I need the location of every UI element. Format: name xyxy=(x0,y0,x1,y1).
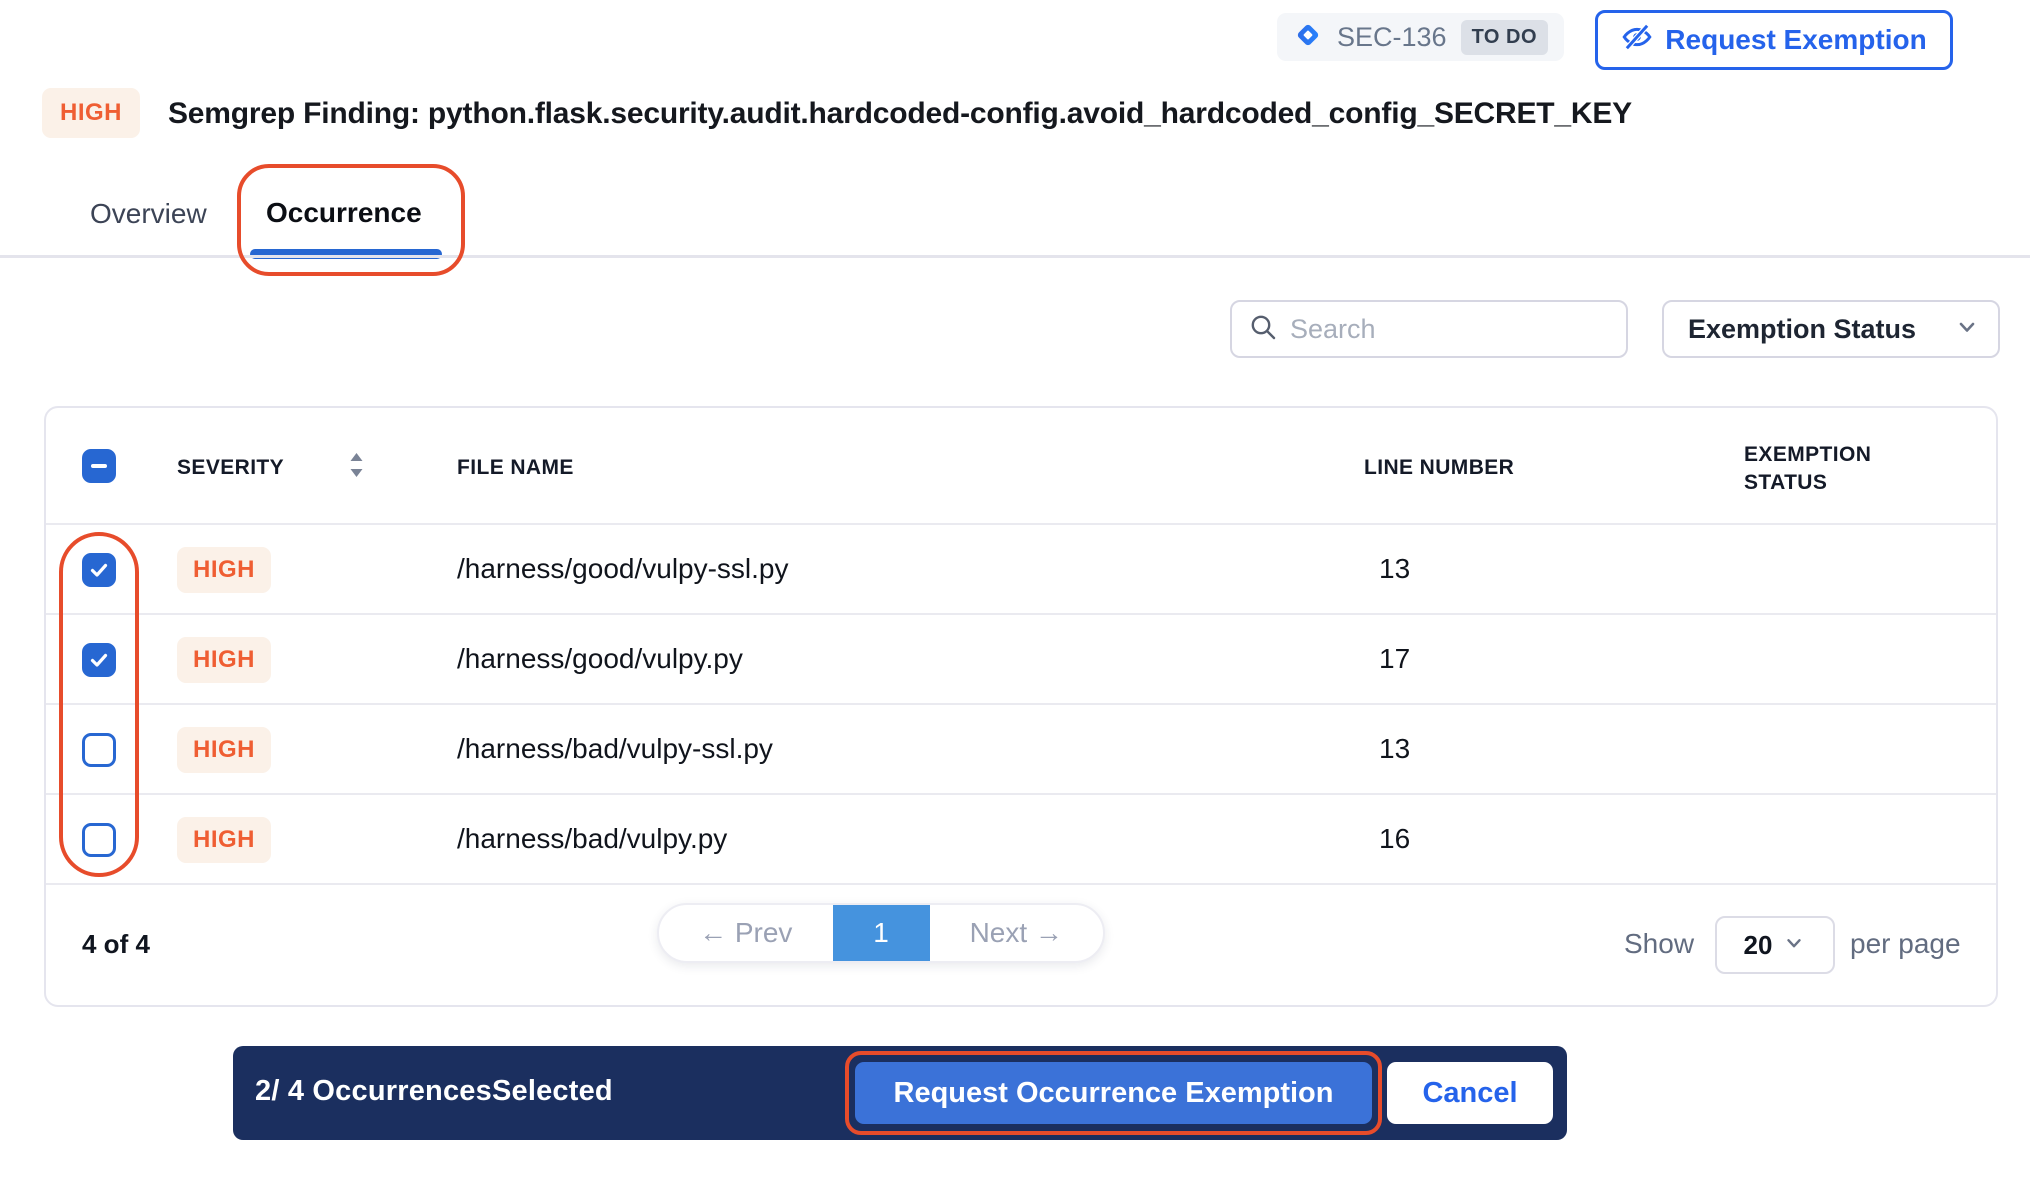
finding-severity-badge: HIGH xyxy=(42,88,140,138)
tab-occurrence[interactable]: Occurrence xyxy=(266,197,422,229)
table-row: HIGH /harness/good/vulpy-ssl.py 13 xyxy=(46,525,1996,615)
result-count: 4 of 4 xyxy=(82,929,150,960)
chevron-down-icon xyxy=(1782,931,1806,960)
row-checkbox[interactable] xyxy=(82,643,116,677)
pagination-control: ← Prev 1 Next → xyxy=(657,903,1105,963)
exemption-status-filter[interactable]: Exemption Status xyxy=(1662,300,2000,358)
per-page-label: per page xyxy=(1850,928,1961,960)
line-number-cell: 13 xyxy=(1379,553,1410,585)
line-number-cell: 16 xyxy=(1379,823,1410,855)
line-number-cell: 17 xyxy=(1379,643,1410,675)
table-header-row: SEVERITY FILE NAME LINE NUMBER EXEMPTION… xyxy=(46,408,1996,525)
per-page-value: 20 xyxy=(1744,930,1773,961)
column-header-exemption-status: EXEMPTION STATUS xyxy=(1744,441,1894,498)
eye-slash-icon xyxy=(1621,21,1653,60)
exemption-status-filter-label: Exemption Status xyxy=(1688,314,1916,345)
jira-ticket-badge[interactable]: SEC-136 TO DO xyxy=(1277,13,1564,61)
file-name-cell: /harness/bad/vulpy.py xyxy=(457,823,727,855)
tabs-divider xyxy=(0,255,2030,258)
table-row: HIGH /harness/bad/vulpy-ssl.py 13 xyxy=(46,705,1996,795)
file-name-cell: /harness/bad/vulpy-ssl.py xyxy=(457,733,773,765)
severity-badge: HIGH xyxy=(177,637,271,683)
chevron-down-icon xyxy=(1954,314,1980,345)
search-box[interactable] xyxy=(1230,300,1628,358)
arrow-left-icon: ← xyxy=(699,917,727,948)
occurrences-table: SEVERITY FILE NAME LINE NUMBER EXEMPTION… xyxy=(44,406,1998,1007)
file-name-cell: /harness/good/vulpy.py xyxy=(457,643,743,675)
show-label: Show xyxy=(1624,928,1694,960)
line-number-cell: 13 xyxy=(1379,733,1410,765)
finding-detail-page: SEC-136 TO DO Request Exemption HIGH Sem… xyxy=(0,0,2030,1198)
row-checkbox[interactable] xyxy=(82,553,116,587)
select-all-checkbox[interactable] xyxy=(82,449,116,483)
table-row: HIGH /harness/good/vulpy.py 17 xyxy=(46,615,1996,705)
row-checkbox[interactable] xyxy=(82,823,116,857)
per-page-select[interactable]: 20 xyxy=(1715,916,1835,974)
page-title: Semgrep Finding: python.flask.security.a… xyxy=(168,97,1632,131)
prev-page-button[interactable]: ← Prev xyxy=(659,917,833,949)
request-exemption-label: Request Exemption xyxy=(1665,24,1926,56)
severity-badge: HIGH xyxy=(177,547,271,593)
row-checkbox[interactable] xyxy=(82,733,116,767)
jira-status-chip: TO DO xyxy=(1461,20,1548,55)
file-name-cell: /harness/good/vulpy-ssl.py xyxy=(457,553,789,585)
jira-ticket-key: SEC-136 xyxy=(1337,22,1447,53)
sort-icon[interactable] xyxy=(349,452,364,483)
current-page-button[interactable]: 1 xyxy=(833,903,930,963)
tab-overview[interactable]: Overview xyxy=(90,198,207,230)
request-exemption-button[interactable]: Request Exemption xyxy=(1595,10,1953,70)
severity-badge: HIGH xyxy=(177,817,271,863)
request-occurrence-exemption-button[interactable]: Request Occurrence Exemption xyxy=(855,1062,1372,1124)
column-header-line-number: LINE NUMBER xyxy=(1364,456,1514,480)
column-header-severity[interactable]: SEVERITY xyxy=(177,456,284,480)
column-header-file-name: FILE NAME xyxy=(457,456,574,480)
severity-badge: HIGH xyxy=(177,727,271,773)
cancel-button[interactable]: Cancel xyxy=(1387,1062,1553,1124)
jira-icon xyxy=(1293,20,1323,55)
search-icon xyxy=(1248,312,1278,347)
selection-action-bar: 2/ 4 OccurrencesSelected Request Occurre… xyxy=(233,1046,1567,1140)
search-input[interactable] xyxy=(1290,314,1610,345)
arrow-right-icon: → xyxy=(1035,917,1063,948)
selection-summary: 2/ 4 OccurrencesSelected xyxy=(255,1075,613,1108)
next-page-button[interactable]: Next → xyxy=(930,917,1104,949)
table-row: HIGH /harness/bad/vulpy.py 16 xyxy=(46,795,1996,885)
